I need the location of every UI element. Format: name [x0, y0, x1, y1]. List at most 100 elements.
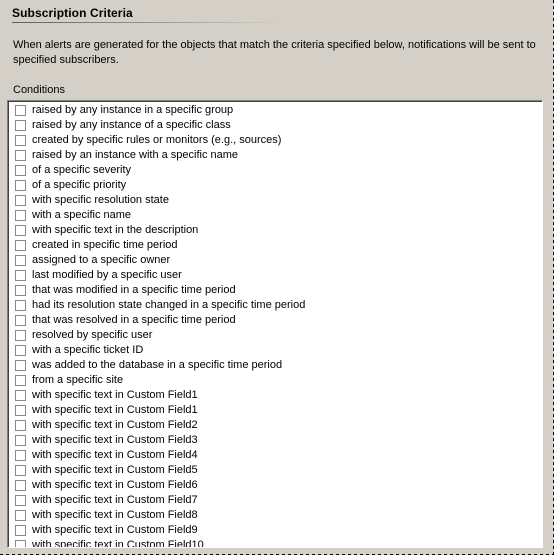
condition-list-item[interactable]: that was resolved in a specific time per…: [9, 313, 542, 328]
condition-label: with specific text in Custom Field8: [32, 509, 198, 521]
page-description: When alerts are generated for the object…: [13, 38, 541, 68]
checkbox-icon[interactable]: [15, 480, 26, 491]
condition-label: raised by any instance in a specific gro…: [32, 104, 234, 116]
description-line-1: When alerts are generated for the object…: [13, 39, 536, 51]
checkbox-icon[interactable]: [15, 165, 26, 176]
condition-label: had its resolution state changed in a sp…: [32, 299, 306, 311]
condition-label: with specific text in Custom Field10: [32, 539, 204, 547]
condition-list-item[interactable]: from a specific site: [9, 373, 542, 388]
condition-label: with specific text in Custom Field2: [32, 419, 198, 431]
condition-label: with specific text in the description: [32, 224, 199, 236]
condition-list-item[interactable]: with specific text in the description: [9, 223, 542, 238]
page-title: Subscription Criteria: [12, 6, 133, 20]
checkbox-icon[interactable]: [15, 525, 26, 536]
condition-list-item[interactable]: with specific text in Custom Field1: [9, 388, 542, 403]
condition-list-item[interactable]: with specific text in Custom Field4: [9, 448, 542, 463]
checkbox-icon[interactable]: [15, 120, 26, 131]
checkbox-icon[interactable]: [15, 300, 26, 311]
condition-list-item[interactable]: with specific text in Custom Field8: [9, 508, 542, 523]
checkbox-icon[interactable]: [15, 255, 26, 266]
checkbox-icon[interactable]: [15, 285, 26, 296]
condition-list-item[interactable]: with specific text in Custom Field6: [9, 478, 542, 493]
condition-label: that was modified in a specific time per…: [32, 284, 236, 296]
checkbox-icon[interactable]: [15, 495, 26, 506]
condition-label: with specific text in Custom Field1: [32, 389, 198, 401]
checkbox-icon[interactable]: [15, 435, 26, 446]
condition-list-item[interactable]: with specific resolution state: [9, 193, 542, 208]
condition-list-item[interactable]: created in specific time period: [9, 238, 542, 253]
condition-list-item[interactable]: with a specific ticket ID: [9, 343, 542, 358]
condition-label: was added to the database in a specific …: [32, 359, 283, 371]
condition-label: with a specific ticket ID: [32, 344, 144, 356]
condition-list-item[interactable]: raised by an instance with a specific na…: [9, 148, 542, 163]
checkbox-icon[interactable]: [15, 420, 26, 431]
condition-label: with specific text in Custom Field3: [32, 434, 198, 446]
condition-list-item[interactable]: with specific text in Custom Field7: [9, 493, 542, 508]
checkbox-icon[interactable]: [15, 210, 26, 221]
condition-list-item[interactable]: was added to the database in a specific …: [9, 358, 542, 373]
checkbox-icon[interactable]: [15, 180, 26, 191]
condition-label: raised by an instance with a specific na…: [32, 149, 239, 161]
condition-list-item[interactable]: raised by any instance in a specific gro…: [9, 103, 542, 118]
checkbox-icon[interactable]: [15, 540, 26, 547]
condition-label: assigned to a specific owner: [32, 254, 171, 266]
checkbox-icon[interactable]: [15, 105, 26, 116]
checkbox-icon[interactable]: [15, 225, 26, 236]
conditions-listbox[interactable]: raised by any instance in a specific gro…: [7, 100, 543, 548]
condition-label: created by specific rules or monitors (e…: [32, 134, 282, 146]
condition-label: of a specific priority: [32, 179, 127, 191]
conditions-group-label: Conditions: [13, 84, 65, 96]
condition-list-item[interactable]: created by specific rules or monitors (e…: [9, 133, 542, 148]
condition-list-item[interactable]: that was modified in a specific time per…: [9, 283, 542, 298]
checkbox-icon[interactable]: [15, 345, 26, 356]
condition-list-item[interactable]: with a specific name: [9, 208, 542, 223]
condition-list-item[interactable]: with specific text in Custom Field2: [9, 418, 542, 433]
checkbox-icon[interactable]: [15, 135, 26, 146]
condition-list-item[interactable]: last modified by a specific user: [9, 268, 542, 283]
condition-label: resolved by specific user: [32, 329, 153, 341]
condition-label: with a specific name: [32, 209, 132, 221]
condition-label: that was resolved in a specific time per…: [32, 314, 236, 326]
condition-label: with specific text in Custom Field4: [32, 449, 198, 461]
checkbox-icon[interactable]: [15, 450, 26, 461]
checkbox-icon[interactable]: [15, 270, 26, 281]
condition-label: from a specific site: [32, 374, 124, 386]
checkbox-icon[interactable]: [15, 375, 26, 386]
header-divider: [12, 22, 287, 23]
condition-list-item[interactable]: resolved by specific user: [9, 328, 542, 343]
condition-list-item[interactable]: with specific text in Custom Field10: [9, 538, 542, 547]
checkbox-icon[interactable]: [15, 390, 26, 401]
description-line-2: specified subscribers.: [13, 54, 119, 66]
condition-label: with specific text in Custom Field9: [32, 524, 198, 536]
condition-list-item[interactable]: of a specific severity: [9, 163, 542, 178]
condition-label: with specific text in Custom Field5: [32, 464, 198, 476]
condition-label: raised by any instance of a specific cla…: [32, 119, 231, 131]
condition-label: of a specific severity: [32, 164, 132, 176]
condition-list-item[interactable]: with specific text in Custom Field5: [9, 463, 542, 478]
condition-list-item[interactable]: had its resolution state changed in a sp…: [9, 298, 542, 313]
checkbox-icon[interactable]: [15, 315, 26, 326]
checkbox-icon[interactable]: [15, 405, 26, 416]
condition-list-item[interactable]: raised by any instance of a specific cla…: [9, 118, 542, 133]
conditions-list: raised by any instance in a specific gro…: [9, 103, 542, 547]
conditions-listbox-inner: raised by any instance in a specific gro…: [8, 101, 542, 547]
condition-list-item[interactable]: with specific text in Custom Field3: [9, 433, 542, 448]
condition-label: with specific text in Custom Field1: [32, 404, 198, 416]
checkbox-icon[interactable]: [15, 360, 26, 371]
checkbox-icon[interactable]: [15, 240, 26, 251]
condition-label: with specific text in Custom Field7: [32, 494, 198, 506]
condition-label: with specific text in Custom Field6: [32, 479, 198, 491]
condition-label: with specific resolution state: [32, 194, 169, 206]
checkbox-icon[interactable]: [15, 150, 26, 161]
condition-list-item[interactable]: with specific text in Custom Field1: [9, 403, 542, 418]
checkbox-icon[interactable]: [15, 465, 26, 476]
condition-label: last modified by a specific user: [32, 269, 182, 281]
checkbox-icon[interactable]: [15, 330, 26, 341]
condition-list-item[interactable]: with specific text in Custom Field9: [9, 523, 542, 538]
checkbox-icon[interactable]: [15, 510, 26, 521]
subscription-criteria-page: Subscription Criteria When alerts are ge…: [0, 0, 554, 555]
condition-label: created in specific time period: [32, 239, 178, 251]
condition-list-item[interactable]: assigned to a specific owner: [9, 253, 542, 268]
checkbox-icon[interactable]: [15, 195, 26, 206]
condition-list-item[interactable]: of a specific priority: [9, 178, 542, 193]
